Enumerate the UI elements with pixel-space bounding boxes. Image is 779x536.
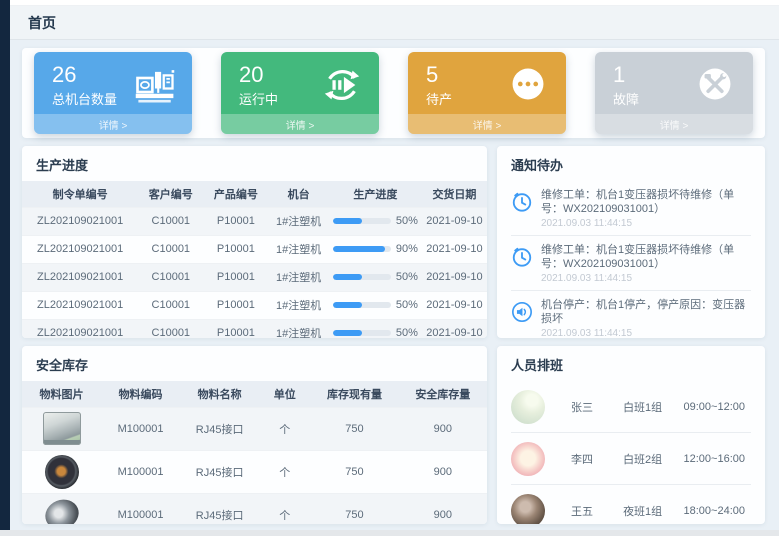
stat-value: 1 bbox=[613, 63, 639, 87]
notification-text: 机台停产：机台1停产，停产原因：变压器损坏 bbox=[541, 298, 751, 326]
stat-card-fault: 1 故障 bbox=[595, 52, 753, 134]
sidebar-edge-strip bbox=[0, 0, 10, 530]
notification-time: 2021.09.03 11:44:15 bbox=[541, 273, 751, 284]
panel-title: 安全库存 bbox=[22, 346, 487, 381]
cycle-run-icon bbox=[321, 64, 363, 106]
stat-card-waiting: 5 待产 详情 > bbox=[408, 52, 566, 134]
safety-stock-panel: 安全库存 物料图片 物料编码 物料名称 单位 库存现有量 安全库存量 bbox=[22, 346, 487, 524]
content-area: 26 总机台数量 bbox=[10, 40, 779, 530]
dashboard-screen: 首页 26 总机台数量 bbox=[0, 0, 779, 536]
speaker-side-image bbox=[40, 495, 82, 524]
stat-label: 总机台数量 bbox=[52, 89, 117, 108]
table-row: ZL202109021001 C10001 P10001 1#注塑机 90% 2… bbox=[22, 235, 487, 263]
progress-label: 50% bbox=[396, 271, 418, 283]
production-table: 制令单编号 客户编号 产品编号 机台 生产进度 交货日期 ZL202109021… bbox=[22, 181, 487, 338]
schedule-list: 张三 白班1组 09:00~12:00 李四 白班2组 12:00~16:00 bbox=[497, 381, 765, 524]
table-header-row: 制令单编号 客户编号 产品编号 机台 生产进度 交货日期 bbox=[22, 181, 487, 207]
avatar-lisi bbox=[511, 442, 545, 476]
notification-list: 维修工单：机台1变压器损坏待维修（单号：WX202109031001） 2021… bbox=[497, 181, 765, 338]
main-area: 首页 26 总机台数量 bbox=[10, 0, 779, 530]
table-row: M100001 RJ45接口 个 750 900 bbox=[22, 407, 487, 450]
stat-card-total-machines: 26 总机台数量 bbox=[34, 52, 192, 134]
stat-label: 运行中 bbox=[239, 89, 278, 108]
staff-name: 李四 bbox=[571, 451, 623, 467]
progress-label: 50% bbox=[396, 215, 418, 227]
stat-value: 26 bbox=[52, 63, 117, 87]
progress-label: 50% bbox=[396, 299, 418, 311]
table-row: M100001 RJ45接口 个 750 900 bbox=[22, 450, 487, 493]
card-detail-link[interactable]: 详情 > bbox=[595, 114, 753, 134]
stat-value: 5 bbox=[426, 63, 452, 87]
progress-label: 90% bbox=[396, 243, 418, 255]
clock-icon bbox=[511, 243, 533, 284]
rj45-connector-image bbox=[43, 412, 81, 445]
progress-bar bbox=[333, 246, 391, 252]
progress-bar bbox=[333, 274, 391, 280]
notification-item[interactable]: 维修工单：机台1变压器损坏待维修（单号：WX202109031001） 2021… bbox=[511, 181, 751, 236]
staff-time: 09:00~12:00 bbox=[684, 401, 751, 413]
inventory-table: 物料图片 物料编码 物料名称 单位 库存现有量 安全库存量 M bbox=[22, 381, 487, 524]
progress-label: 50% bbox=[396, 327, 418, 338]
avatar-zhangsan bbox=[511, 390, 545, 424]
table-row: M100001 RJ45接口 个 750 900 bbox=[22, 493, 487, 524]
notification-time: 2021.09.03 11:44:15 bbox=[541, 328, 751, 338]
bottom-edge-strip bbox=[0, 530, 779, 536]
panel-title: 生产进度 bbox=[22, 146, 487, 181]
ellipsis-icon bbox=[508, 64, 550, 106]
schedule-row: 李四 白班2组 12:00~16:00 bbox=[511, 433, 751, 485]
table-row: ZL202109021001 C10001 P10001 1#注塑机 50% 2… bbox=[22, 207, 487, 235]
clock-icon bbox=[511, 188, 533, 229]
avatar-wangwu bbox=[511, 494, 545, 524]
notification-item[interactable]: 机台停产：机台1停产，停产原因：变压器损坏 2021.09.03 11:44:1… bbox=[511, 291, 751, 338]
stat-value: 20 bbox=[239, 63, 278, 87]
card-detail-link[interactable]: 详情 > bbox=[408, 114, 566, 134]
staff-schedule-panel: 人员排班 张三 白班1组 09:00~12:00 李四 白班2组 12: bbox=[497, 346, 765, 524]
table-row: ZL202109021001 C10001 P10001 1#注塑机 50% 2… bbox=[22, 319, 487, 338]
speaker-front-image bbox=[45, 455, 79, 489]
stat-label: 待产 bbox=[426, 89, 452, 108]
staff-name: 张三 bbox=[571, 399, 623, 415]
stat-cards-panel: 26 总机台数量 bbox=[22, 48, 765, 138]
staff-time: 12:00~16:00 bbox=[684, 453, 751, 465]
staff-shift: 夜班1组 bbox=[623, 503, 683, 519]
tab-bar: 首页 bbox=[10, 6, 779, 40]
progress-bar bbox=[333, 218, 391, 224]
schedule-row: 张三 白班1组 09:00~12:00 bbox=[511, 381, 751, 433]
table-row: ZL202109021001 C10001 P10001 1#注塑机 50% 2… bbox=[22, 291, 487, 319]
progress-bar bbox=[333, 302, 391, 308]
card-detail-link[interactable]: 详情 > bbox=[221, 114, 379, 134]
staff-name: 王五 bbox=[571, 503, 623, 519]
speaker-icon bbox=[511, 298, 533, 338]
staff-time: 18:00~24:00 bbox=[684, 505, 751, 517]
stat-label: 故障 bbox=[613, 89, 639, 108]
table-header-row: 物料图片 物料编码 物料名称 单位 库存现有量 安全库存量 bbox=[22, 381, 487, 407]
staff-shift: 白班1组 bbox=[623, 399, 683, 415]
notification-text: 维修工单：机台1变压器损坏待维修（单号：WX202109031001） bbox=[541, 243, 751, 271]
panel-title: 通知待办 bbox=[497, 146, 765, 181]
notifications-panel: 通知待办 维修工单：机台1变压器损坏待维修（单号：WX202109031001）… bbox=[497, 146, 765, 338]
notification-item[interactable]: 维修工单：机台1变压器损坏待维修（单号：WX202109031001） 2021… bbox=[511, 236, 751, 291]
notification-text: 维修工单：机台1变压器损坏待维修（单号：WX202109031001） bbox=[541, 188, 751, 216]
progress-bar bbox=[333, 330, 391, 336]
card-detail-link[interactable]: 详情 > bbox=[34, 114, 192, 134]
stat-card-running: 20 运行中 bbox=[221, 52, 379, 134]
staff-shift: 白班2组 bbox=[623, 451, 683, 467]
tab-home[interactable]: 首页 bbox=[28, 13, 56, 33]
machine-icon bbox=[134, 64, 176, 106]
panel-title: 人员排班 bbox=[497, 346, 765, 381]
production-progress-panel: 生产进度 制令单编号 客户编号 产品编号 机台 生产进度 交货日期 bbox=[22, 146, 487, 338]
table-row: ZL202109021001 C10001 P10001 1#注塑机 50% 2… bbox=[22, 263, 487, 291]
notification-time: 2021.09.03 11:44:15 bbox=[541, 218, 751, 229]
tools-icon bbox=[695, 64, 737, 106]
schedule-row: 王五 夜班1组 18:00~24:00 bbox=[511, 485, 751, 524]
